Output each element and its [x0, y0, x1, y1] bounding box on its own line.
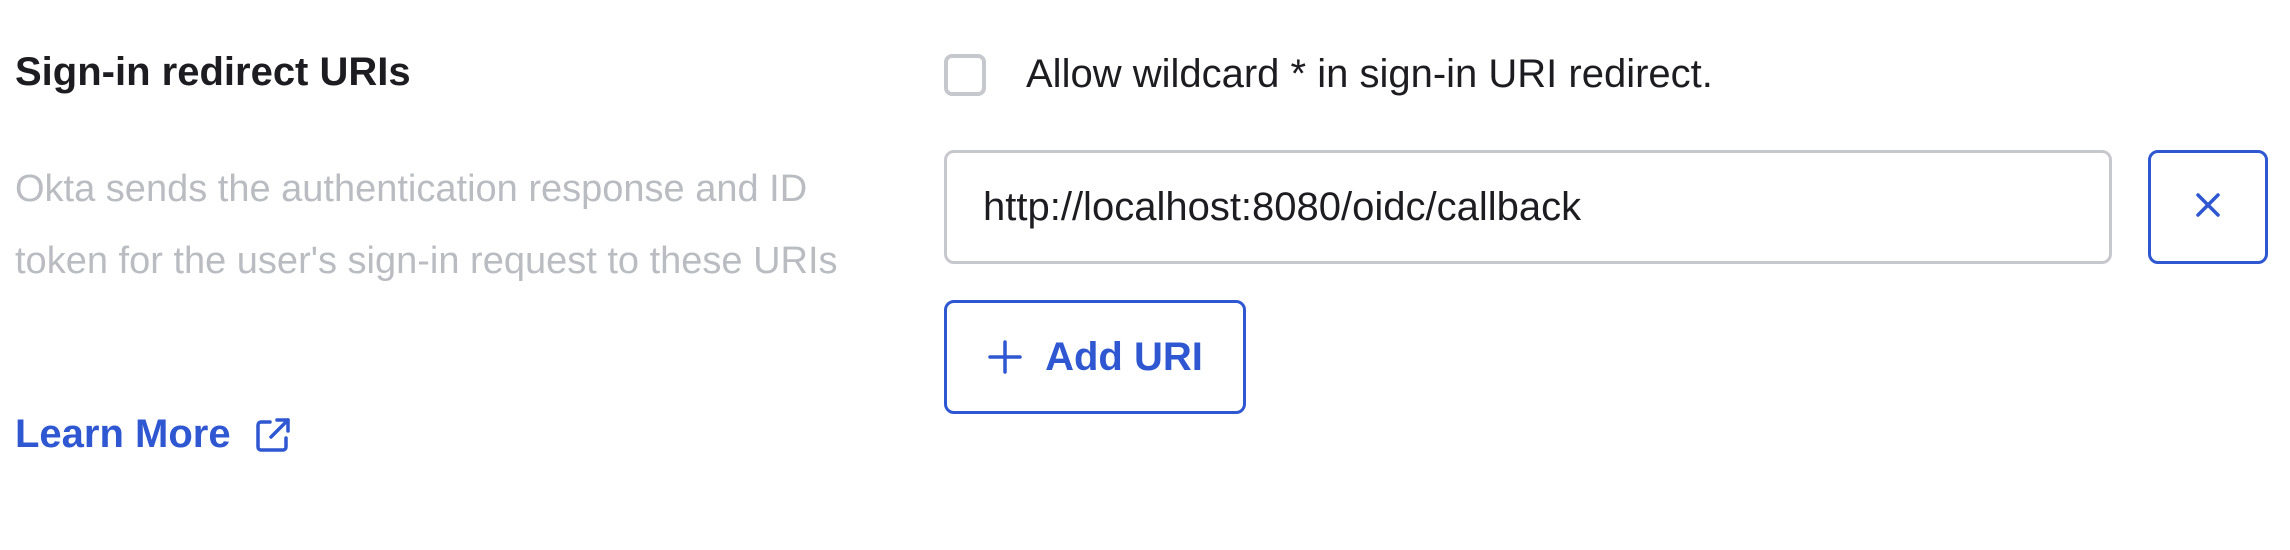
external-link-icon	[253, 415, 293, 455]
add-uri-button[interactable]: Add URI	[944, 300, 1246, 414]
field-title: Sign-in redirect URIs	[15, 50, 411, 94]
remove-uri-button[interactable]	[2148, 150, 2268, 264]
wildcard-option: Allow wildcard * in sign-in URI redirect…	[944, 52, 1713, 97]
redirect-uri-input[interactable]	[944, 150, 2112, 264]
add-uri-label: Add URI	[1045, 334, 1203, 379]
close-icon	[2193, 190, 2223, 225]
learn-more-label: Learn More	[15, 412, 231, 456]
learn-more-link[interactable]: Learn More	[15, 412, 293, 457]
plus-icon	[987, 339, 1023, 375]
wildcard-label: Allow wildcard * in sign-in URI redirect…	[1026, 52, 1713, 96]
field-description: Okta sends the authentication response a…	[15, 168, 838, 282]
wildcard-checkbox[interactable]	[944, 53, 986, 96]
